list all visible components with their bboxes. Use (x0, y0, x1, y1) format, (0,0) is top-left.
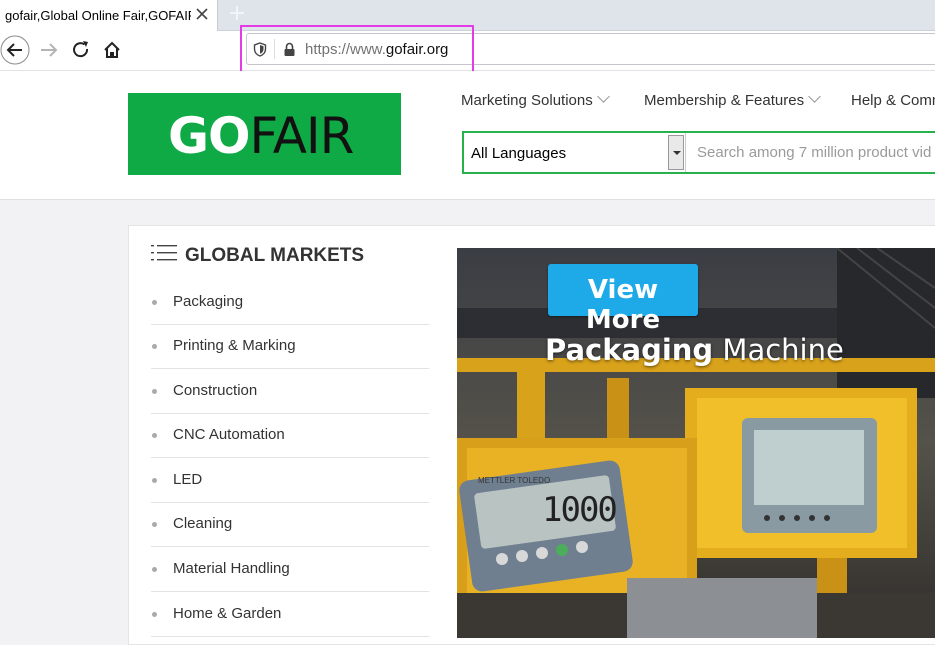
menu-label: Help & Comm (851, 92, 935, 109)
category-item-cleaning[interactable]: Cleaning (151, 503, 429, 547)
bullet-icon (152, 522, 157, 527)
gofair-logo[interactable]: GOFAIR (128, 93, 401, 175)
bullet-icon (152, 433, 157, 438)
category-label: Home & Garden (173, 605, 282, 622)
logo-fair: FAIR (249, 107, 355, 165)
scale-display-value: 1000 (542, 490, 618, 530)
reload-icon[interactable] (66, 35, 96, 65)
bullet-icon (152, 567, 157, 572)
category-item-printing-marking[interactable]: Printing & Marking (151, 325, 429, 369)
category-label: LED (173, 471, 203, 488)
category-label: Packaging (173, 293, 244, 310)
language-select[interactable]: All Languages (464, 133, 686, 172)
search-input[interactable]: Search among 7 million product vid (697, 144, 931, 161)
menu-help[interactable]: Help & Comm (851, 92, 935, 109)
new-tab-icon[interactable] (228, 4, 246, 22)
category-item-cnc-automation[interactable]: CNC Automation (151, 414, 429, 458)
chevron-down-icon (808, 90, 821, 103)
language-select-value: All Languages (471, 145, 567, 162)
search-box: All Languages Search among 7 million pro… (462, 131, 935, 174)
caption-rest: Machine (713, 333, 844, 367)
menu-label: Membership & Features (644, 92, 805, 109)
category-item-material-handling[interactable]: Material Handling (151, 548, 429, 592)
back-icon[interactable] (0, 35, 30, 65)
bullet-icon (152, 344, 157, 349)
category-label: Material Handling (173, 560, 290, 577)
home-icon[interactable] (97, 35, 127, 65)
category-label: CNC Automation (173, 426, 285, 443)
category-item-packaging[interactable]: Packaging (151, 281, 429, 325)
caption-bold: Packaging (545, 333, 714, 367)
category-item-led[interactable]: LED (151, 459, 429, 503)
category-label: Construction (173, 382, 258, 399)
banner-caption: Packaging Machine (545, 333, 844, 367)
view-more-button[interactable]: View More (548, 264, 698, 335)
bullet-icon (152, 300, 157, 305)
category-label: Cleaning (173, 515, 233, 532)
dropdown-arrow-icon[interactable] (668, 135, 684, 170)
view-more-label: View More (585, 275, 661, 335)
bullet-icon (152, 478, 157, 483)
forward-icon[interactable] (34, 35, 64, 65)
chevron-down-icon (596, 90, 610, 103)
list-icon (151, 245, 177, 261)
close-tab-icon[interactable] (193, 5, 211, 23)
menu-membership-features[interactable]: Membership & Features (644, 90, 821, 109)
url-highlight-box (240, 25, 474, 77)
global-markets-title: GLOBAL MARKETS (185, 245, 365, 266)
category-item-home-garden[interactable]: Home & Garden (151, 593, 429, 637)
category-label: Printing & Marking (173, 337, 296, 354)
bullet-icon (152, 612, 157, 617)
scale-brand-label: METTLER TOLEDO (478, 476, 551, 485)
bullet-icon (152, 389, 157, 394)
site-header: GOFAIR Marketing Solutions Membership & … (0, 71, 935, 200)
logo-text: GOFAIR (168, 107, 355, 165)
logo-go: GO (168, 107, 251, 165)
browser-tab[interactable]: gofair,Global Online Fair,GOFAIR (0, 0, 218, 31)
category-item-construction[interactable]: Construction (151, 370, 429, 414)
menu-marketing-solutions[interactable]: Marketing Solutions (461, 90, 610, 109)
tab-title: gofair,Global Online Fair,GOFAIR (5, 8, 191, 23)
menu-label: Marketing Solutions (461, 92, 593, 109)
